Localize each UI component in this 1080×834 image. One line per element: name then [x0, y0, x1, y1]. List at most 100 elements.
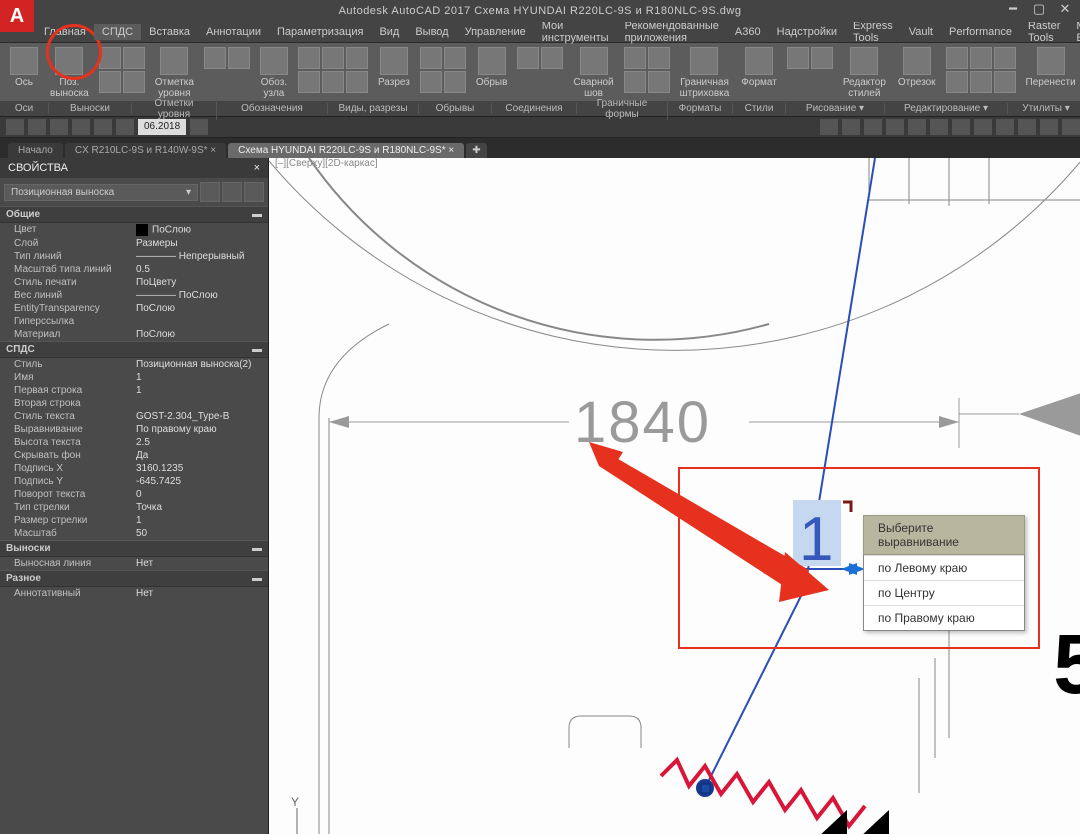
app-logo[interactable]: A — [0, 0, 34, 32]
qat-icon[interactable] — [864, 119, 882, 135]
properties-row[interactable]: Подпись X3160.1235 — [0, 462, 268, 475]
ribbon-tab[interactable]: Аннотации — [198, 24, 269, 40]
properties-row[interactable]: СтильПозиционная выноска(2) — [0, 358, 268, 371]
document-tab[interactable]: CX R210LC-9S и R140W-9S* × — [65, 143, 226, 158]
ribbon-button[interactable]: Формат — [735, 47, 783, 101]
property-value[interactable]: ПоЦвету — [136, 277, 268, 288]
ribbon-panel-label[interactable]: Граничные формы — [577, 98, 668, 120]
ribbon-panel-label[interactable]: Выноски — [49, 103, 132, 114]
property-value[interactable] — [136, 316, 268, 327]
ribbon-button[interactable]: Отметкауровня — [149, 47, 200, 101]
qat-icon[interactable] — [930, 119, 948, 135]
ribbon-small-button[interactable] — [420, 71, 442, 93]
qat-icon[interactable] — [72, 119, 90, 135]
property-value[interactable]: ПоСлою — [136, 329, 268, 340]
popup-item-right[interactable]: по Правому краю — [864, 605, 1024, 630]
properties-row[interactable]: Стиль текстаGOST-2.304_Type-B — [0, 410, 268, 423]
ribbon-small-button[interactable] — [420, 47, 442, 69]
property-value[interactable]: Позиционная выноска(2) — [136, 359, 268, 370]
properties-row[interactable]: Размер стрелки1 — [0, 514, 268, 527]
properties-row[interactable]: Первая строка1 — [0, 384, 268, 397]
ribbon-tab[interactable]: Управление — [457, 24, 534, 40]
popup-item-center[interactable]: по Центру — [864, 580, 1024, 605]
ribbon-small-button[interactable] — [811, 47, 833, 69]
property-value[interactable]: 3160.1235 — [136, 463, 268, 474]
property-value[interactable]: ПоСлою — [136, 303, 268, 314]
property-value[interactable]: ПоСлою — [136, 224, 268, 236]
properties-row[interactable]: Скрывать фонДа — [0, 449, 268, 462]
ribbon-button[interactable]: Отрезок — [892, 47, 942, 101]
property-value[interactable]: 1 — [136, 515, 268, 526]
properties-section-header[interactable]: Разное▬ — [0, 570, 268, 587]
qat-icon[interactable] — [94, 119, 112, 135]
ribbon-tab[interactable]: A360 — [727, 24, 769, 40]
document-tab[interactable]: Начало — [8, 143, 63, 158]
toggle-pickadd-icon[interactable] — [222, 182, 242, 202]
ribbon-small-button[interactable] — [204, 47, 226, 69]
ribbon-tab[interactable]: Надстройки — [769, 24, 845, 40]
property-value[interactable]: -645.7425 — [136, 476, 268, 487]
qat-icon[interactable] — [1018, 119, 1036, 135]
qat-icon[interactable] — [842, 119, 860, 135]
ribbon-button[interactable]: Разрез — [372, 47, 416, 101]
properties-row[interactable]: АннотативныйНет — [0, 587, 268, 600]
properties-row[interactable]: Тип линий———— Непрерывный — [0, 250, 268, 263]
qat-icon[interactable] — [116, 119, 134, 135]
property-value[interactable]: ———— Непрерывный — [136, 251, 268, 262]
ribbon-panel-label[interactable]: Обозначения — [217, 103, 328, 114]
ribbon-small-button[interactable] — [444, 71, 466, 93]
close-button[interactable]: ✕ — [1054, 0, 1076, 18]
document-tab[interactable]: Схема HYUNDAI R220LC-9S и R180NLC-9S* × — [228, 143, 464, 158]
ribbon-panel-label[interactable]: Стили — [733, 103, 786, 114]
ribbon-small-button[interactable] — [541, 47, 563, 69]
ribbon-small-button[interactable] — [99, 47, 121, 69]
ribbon-tab[interactable]: Raster Tools — [1020, 18, 1068, 46]
properties-row[interactable]: Масштаб50 — [0, 527, 268, 540]
qat-icon[interactable] — [190, 119, 208, 135]
ribbon-small-button[interactable] — [946, 71, 968, 93]
properties-row[interactable]: Выносная линияНет — [0, 557, 268, 570]
property-value[interactable]: GOST-2.304_Type-B — [136, 411, 268, 422]
properties-row[interactable]: Стиль печатиПоЦвету — [0, 276, 268, 289]
ribbon-small-button[interactable] — [228, 47, 250, 69]
property-value[interactable]: Размеры — [136, 238, 268, 249]
properties-section-header[interactable]: СПДС▬ — [0, 341, 268, 358]
properties-type-selector[interactable]: Позиционная выноска▾ — [4, 184, 198, 201]
property-value[interactable]: Да — [136, 450, 268, 461]
ribbon-button[interactable]: Ось — [4, 47, 44, 101]
property-value[interactable]: 50 — [136, 528, 268, 539]
property-value[interactable] — [136, 398, 268, 409]
property-value[interactable]: 0.5 — [136, 264, 268, 275]
properties-row[interactable]: Гиперссылка — [0, 315, 268, 328]
properties-row[interactable]: Имя1 — [0, 371, 268, 384]
qat-icon[interactable] — [908, 119, 926, 135]
ribbon-small-button[interactable] — [970, 71, 992, 93]
ribbon-small-button[interactable] — [123, 47, 145, 69]
ribbon-button[interactable]: Обоз.узла — [254, 47, 294, 101]
ribbon-panel-label[interactable]: Утилиты ▾ — [1008, 103, 1080, 114]
qat-icon[interactable] — [50, 119, 68, 135]
ribbon-panel-label[interactable]: Отметки уровня — [132, 98, 217, 120]
quick-select-icon[interactable] — [200, 182, 220, 202]
ribbon-tab[interactable]: Express Tools — [845, 18, 901, 46]
ribbon-panel-label[interactable]: Соединения — [492, 103, 577, 114]
ribbon-tab[interactable]: ModPlus ЕСКД — [1068, 18, 1080, 46]
ribbon-small-button[interactable] — [298, 47, 320, 69]
properties-row[interactable]: СлойРазмеры — [0, 237, 268, 250]
properties-row[interactable]: Вторая строка — [0, 397, 268, 410]
ribbon-small-button[interactable] — [346, 71, 368, 93]
ribbon-tab[interactable]: Вид — [371, 24, 407, 40]
qat-icon[interactable] — [1062, 119, 1080, 135]
properties-row[interactable]: EntityTransparencyПоСлою — [0, 302, 268, 315]
ribbon-small-button[interactable] — [99, 71, 121, 93]
ribbon-small-button[interactable] — [624, 47, 646, 69]
popup-item-left[interactable]: по Левому краю — [864, 555, 1024, 580]
ribbon-button[interactable]: Перенести — [1020, 47, 1080, 101]
properties-row[interactable]: Тип стрелкиТочка — [0, 501, 268, 514]
properties-row[interactable]: ЦветПоСлою — [0, 223, 268, 237]
property-value[interactable]: 1 — [136, 372, 268, 383]
ribbon-tab[interactable]: Vault — [901, 24, 941, 40]
drawing-canvas[interactable]: [–][Сверху][2D-каркас] 1840 — [269, 158, 1080, 834]
ribbon-tab[interactable]: Рекомендованные приложения — [617, 18, 727, 46]
qat-icon[interactable] — [996, 119, 1014, 135]
